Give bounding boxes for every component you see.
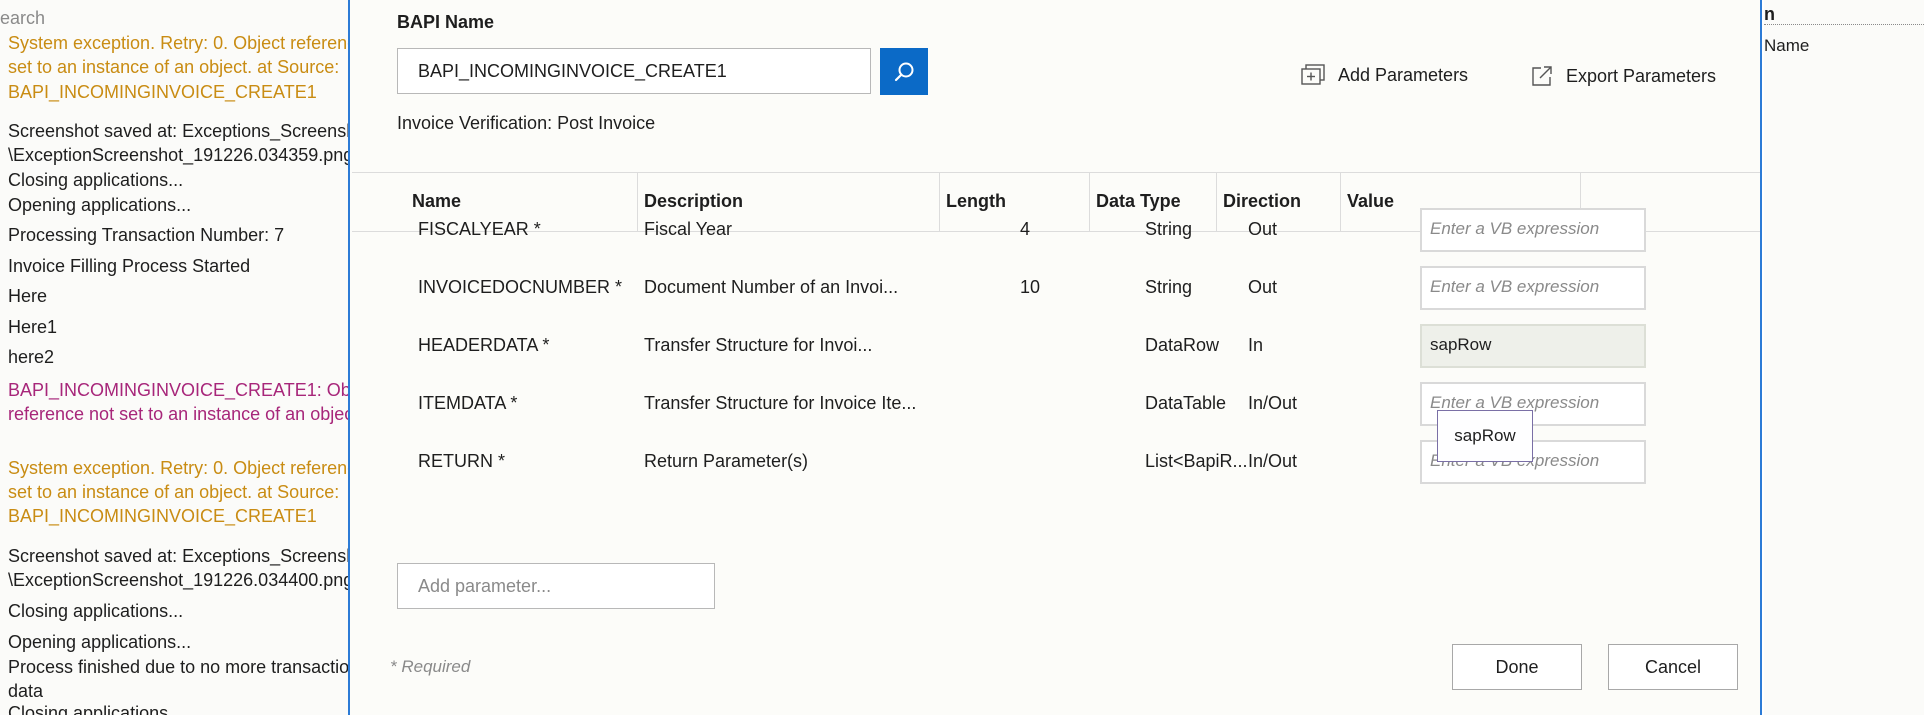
properties-divider: [1764, 24, 1924, 25]
param-length-cell: 10: [1020, 277, 1041, 297]
param-name-cell: ITEMDATA *: [418, 393, 518, 413]
bapi-name-label: BAPI Name: [397, 12, 495, 32]
param-data-type-cell: String: [1145, 219, 1193, 239]
param-length-cell: 4: [1020, 219, 1031, 239]
done-button[interactable]: Done: [1452, 644, 1582, 690]
add-parameters-icon: [1301, 64, 1325, 85]
log-line: Here1: [8, 317, 58, 337]
param-description-cell: Return Parameter(s): [644, 451, 809, 471]
log-line: Screenshot saved at: Exceptions_Screensh…: [8, 546, 348, 566]
log-line: Opening applications...: [8, 195, 192, 215]
log-line: Screenshot saved at: Exceptions_Screensh…: [8, 121, 348, 141]
log-line: Closing applications...: [8, 601, 184, 621]
add-parameters-button[interactable]: Add Parameters: [1300, 64, 1468, 86]
log-line: Closing applications...: [8, 170, 184, 190]
table-row: FISCALYEAR * Fiscal Year 4 String Out Enter a…: [352, 200, 1760, 258]
bapi-name-input[interactable]: BAPI_INCOMINGINVOICE_CREATE1: [397, 48, 871, 94]
log-line: Here: [8, 286, 48, 306]
add-parameter-input[interactable]: Add parameter...: [397, 563, 715, 609]
value-tooltip: sapRow: [1437, 410, 1533, 462]
invoke-bapi-dialog: BAPI Name BAPI_INCOMINGINVOICE_CREATE1 I…: [348, 0, 1762, 715]
log-line: Opening applications...: [8, 632, 192, 652]
param-name-cell: HEADERDATA *: [418, 335, 550, 355]
properties-name-label: Name: [1764, 36, 1810, 55]
export-icon: [1532, 66, 1552, 86]
properties-heading: n: [1764, 4, 1775, 24]
param-name-cell: INVOICEDOCNUMBER *: [418, 277, 623, 297]
log-line: Process finished due to no more transact…: [8, 657, 348, 677]
log-line: set to an instance of an object. at Sour…: [8, 482, 340, 502]
properties-panel: n Name: [1764, 0, 1924, 715]
log-search-input[interactable]: earch: [0, 8, 45, 29]
log-line: set to an instance of an object. at Sour…: [8, 57, 340, 77]
log-line: Invoice Filling Process Started: [8, 256, 251, 276]
param-description-cell: Transfer Structure for Invoi...: [644, 335, 873, 355]
log-line: \ExceptionScreenshot_191226.034400.png: [8, 570, 348, 590]
required-note: * Required: [390, 657, 471, 676]
bapi-description: Invoice Verification: Post Invoice: [397, 113, 656, 133]
add-parameters-label: Add Parameters: [1338, 64, 1469, 85]
param-data-type-cell: List<BapiR...: [1145, 451, 1248, 471]
log-line: BAPI_INCOMINGINVOICE_CREATE1: [8, 506, 317, 526]
param-data-type-cell: DataRow: [1145, 335, 1220, 355]
log-line: Processing Transaction Number: 7: [8, 225, 285, 245]
log-line: BAPI_INCOMINGINVOICE_CREATE1: Object: [8, 380, 348, 400]
param-description-cell: Fiscal Year: [644, 219, 733, 239]
log-line: reference not set to an instance of an o…: [8, 404, 348, 424]
log-line: BAPI_INCOMINGINVOICE_CREATE1: [8, 82, 317, 102]
output-log-panel: earch System exception. Retry: 0. Object…: [0, 0, 348, 715]
param-direction-cell: In/Out: [1248, 451, 1298, 471]
table-row: INVOICEDOCNUMBER * Document Number of an …: [352, 258, 1760, 316]
cancel-button[interactable]: Cancel: [1608, 644, 1738, 690]
log-line: data: [8, 681, 44, 701]
param-value-input[interactable]: Enter a VB expression: [1420, 208, 1646, 252]
parameters-table: Name Description Length Data Type Direct…: [352, 172, 1760, 484]
param-value-input[interactable]: Enter a VB expression: [1420, 266, 1646, 310]
param-description-cell: Transfer Structure for Invoice Ite...: [644, 393, 917, 413]
param-direction-cell: In/Out: [1248, 393, 1298, 413]
export-parameters-button[interactable]: Export Parameters: [1530, 64, 1716, 88]
param-data-type-cell: DataTable: [1145, 393, 1227, 413]
log-line: here2: [8, 347, 55, 367]
param-direction-cell: Out: [1248, 277, 1278, 297]
log-line: System exception. Retry: 0. Object refer…: [8, 33, 348, 53]
log-line: \ExceptionScreenshot_191226.034359.png: [8, 145, 348, 165]
param-direction-cell: In: [1248, 335, 1264, 355]
param-description-cell: Document Number of an Invoi...: [644, 277, 899, 297]
table-row: HEADERDATA * Transfer Structure for Invoi…: [352, 316, 1760, 374]
table-row: RETURN * Return Parameter(s) List<BapiR...…: [352, 432, 1760, 490]
param-name-cell: RETURN *: [418, 451, 506, 471]
log-line: System exception. Retry: 0. Object refer…: [8, 458, 348, 478]
param-data-type-cell: String: [1145, 277, 1193, 297]
export-parameters-label: Export Parameters: [1566, 65, 1717, 86]
search-icon: [894, 62, 914, 81]
param-name-cell: FISCALYEAR *: [418, 219, 541, 239]
log-line: Closing applications...: [8, 703, 184, 715]
param-value-input[interactable]: sapRow: [1420, 324, 1646, 368]
param-direction-cell: Out: [1248, 219, 1278, 239]
table-row: ITEMDATA * Transfer Structure for Invoice…: [352, 374, 1760, 432]
bapi-search-button[interactable]: [880, 48, 928, 95]
